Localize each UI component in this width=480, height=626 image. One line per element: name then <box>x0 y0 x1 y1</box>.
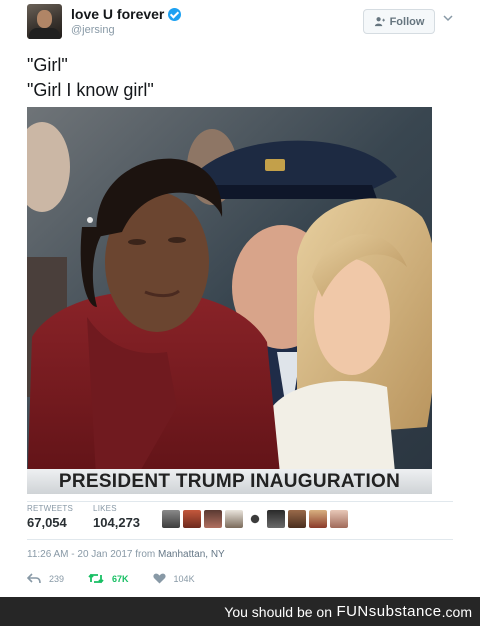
tweet-text: "Girl" "Girl I know girl" <box>27 53 154 103</box>
footer-domain: .com <box>441 603 472 620</box>
handle[interactable]: @jersing <box>71 24 115 36</box>
timestamp-text: 11:26 AM - 20 Jan 2017 from <box>27 549 159 560</box>
photo-caption-bar: PRESIDENT TRUMP INAUGURATION <box>27 469 432 494</box>
verified-icon <box>168 7 182 21</box>
display-name[interactable]: love U forever <box>71 6 182 22</box>
retweet-count: 67K <box>112 573 129 584</box>
avatar[interactable] <box>27 4 62 39</box>
reply-count: 239 <box>49 573 65 584</box>
divider <box>27 539 453 540</box>
heart-icon <box>152 573 166 584</box>
footer-text: You should be on <box>224 603 332 620</box>
watermark-footer: You should be on FUNsubstance .com <box>0 597 480 626</box>
like-button[interactable]: 104K <box>152 573 195 584</box>
tweet-text-line-2: "Girl I know girl" <box>27 80 154 100</box>
liker-avatar[interactable] <box>309 510 327 528</box>
tweet-photo[interactable]: PRESIDENT TRUMP INAUGURATION <box>27 107 432 494</box>
chevron-down-icon[interactable] <box>442 12 454 24</box>
follow-button-label: Follow <box>389 15 425 28</box>
reply-button[interactable]: 239 <box>27 573 64 584</box>
liker-avatar[interactable] <box>246 510 264 528</box>
tweet-actions: 239 67K 104K <box>27 573 219 584</box>
retweet-button[interactable]: 67K <box>88 573 129 584</box>
liker-avatars <box>162 510 348 528</box>
liker-avatar[interactable] <box>204 510 222 528</box>
liker-avatar[interactable] <box>267 510 285 528</box>
photo-caption: PRESIDENT TRUMP INAUGURATION <box>58 470 401 492</box>
liker-avatar[interactable] <box>288 510 306 528</box>
retweet-icon <box>88 573 104 584</box>
liker-avatar[interactable] <box>162 510 180 528</box>
display-name-text[interactable]: love U forever <box>71 6 164 22</box>
photo-illustration <box>27 107 432 494</box>
tweet-card: love U forever @jersing Follow "Girl" "G… <box>0 0 480 597</box>
liker-avatar[interactable] <box>225 510 243 528</box>
liker-avatar[interactable] <box>183 510 201 528</box>
retweets-count: 67,054 <box>27 515 67 530</box>
like-count: 104K <box>173 573 195 584</box>
footer-brand[interactable]: FUNsubstance <box>336 603 441 620</box>
add-user-icon <box>374 17 385 27</box>
tweet-text-line-1: "Girl" <box>27 55 68 75</box>
retweets-label: RETWEETS <box>27 504 74 513</box>
likes-stat[interactable]: LIKES 104,273 <box>93 504 140 530</box>
tweet-timestamp[interactable]: 11:26 AM - 20 Jan 2017 from Manhattan, N… <box>27 549 225 560</box>
follow-button[interactable]: Follow <box>363 9 435 34</box>
liker-avatar[interactable] <box>330 510 348 528</box>
tweet-stats: RETWEETS 67,054 LIKES 104,273 <box>27 504 140 530</box>
likes-count: 104,273 <box>93 515 141 530</box>
location-link[interactable]: Manhattan, NY <box>158 549 225 560</box>
likes-label: LIKES <box>93 504 117 513</box>
retweets-stat[interactable]: RETWEETS 67,054 <box>27 504 73 530</box>
reply-icon <box>27 573 41 584</box>
divider <box>27 501 453 502</box>
